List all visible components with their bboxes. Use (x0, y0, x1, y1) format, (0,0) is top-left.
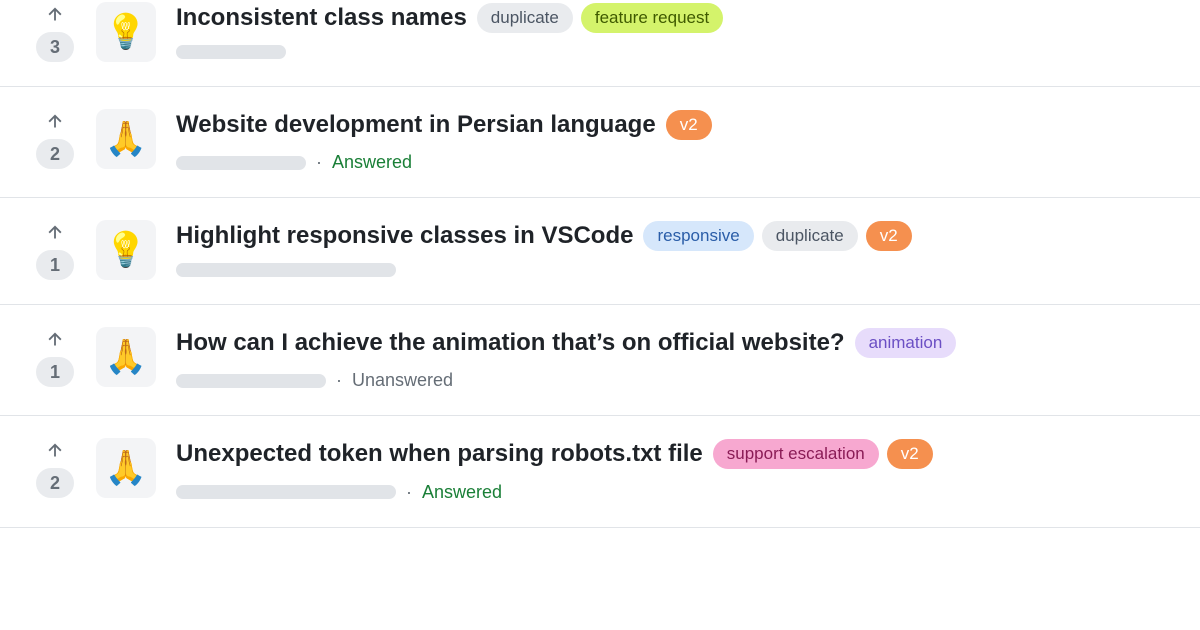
label-pill[interactable]: v2 (666, 110, 712, 140)
separator-dot: · (316, 152, 322, 173)
discussion-row: 2 🙏 Website development in Persian languag… (0, 87, 1200, 198)
meta-line: · Answered (176, 482, 1176, 503)
label-pill[interactable]: support escalation (713, 439, 879, 469)
upvote-arrow-icon[interactable] (44, 109, 66, 131)
category-emoji-icon: 🙏 (96, 327, 156, 387)
upvote-arrow-icon[interactable] (44, 438, 66, 460)
discussion-row: 1 🙏 How can I achieve the animation that’s… (0, 305, 1200, 416)
discussion-content: How can I achieve the animation that’s o… (176, 325, 1176, 391)
labels: animation (855, 328, 957, 358)
meta-line (176, 45, 1176, 59)
discussion-row: 3 💡 Inconsistent class names duplicate featu… (0, 0, 1200, 87)
discussion-content: Unexpected token when parsing robots.txt… (176, 436, 1176, 502)
author-placeholder (176, 374, 326, 388)
title-line: Website development in Persian language v… (176, 109, 1176, 140)
status-badge: Unanswered (352, 370, 453, 391)
labels: v2 (666, 110, 712, 140)
label-pill[interactable]: animation (855, 328, 957, 358)
vote-count: 1 (36, 250, 74, 280)
author-placeholder (176, 485, 396, 499)
category-emoji-icon: 💡 (96, 220, 156, 280)
discussion-content: Website development in Persian language v… (176, 107, 1176, 173)
discussion-title[interactable]: Website development in Persian language (176, 109, 656, 140)
discussion-title[interactable]: How can I achieve the animation that’s o… (176, 327, 845, 358)
discussion-title[interactable]: Unexpected token when parsing robots.txt… (176, 438, 703, 469)
vote-column: 2 (34, 107, 76, 169)
label-pill[interactable]: v2 (866, 221, 912, 251)
author-placeholder (176, 263, 396, 277)
label-pill[interactable]: duplicate (477, 3, 573, 33)
vote-column: 2 (34, 436, 76, 498)
status-badge: Answered (332, 152, 412, 173)
labels: responsive duplicate v2 (643, 221, 911, 251)
discussion-row: 2 🙏 Unexpected token when parsing robots.t… (0, 416, 1200, 527)
status-badge: Answered (422, 482, 502, 503)
label-pill[interactable]: responsive (643, 221, 753, 251)
title-line: How can I achieve the animation that’s o… (176, 327, 1176, 358)
title-line: Unexpected token when parsing robots.txt… (176, 438, 1176, 469)
author-placeholder (176, 156, 306, 170)
meta-line (176, 263, 1176, 277)
vote-column: 1 (34, 218, 76, 280)
separator-dot: · (336, 370, 342, 391)
title-line: Highlight responsive classes in VSCode re… (176, 220, 1176, 251)
vote-count: 2 (36, 468, 74, 498)
label-pill[interactable]: feature request (581, 3, 723, 33)
separator-dot: · (406, 482, 412, 503)
discussion-content: Inconsistent class names duplicate feature… (176, 0, 1176, 59)
vote-column: 3 (34, 0, 76, 62)
labels: support escalation v2 (713, 439, 933, 469)
category-emoji-icon: 💡 (96, 2, 156, 62)
labels: duplicate feature request (477, 3, 723, 33)
vote-column: 1 (34, 325, 76, 387)
vote-count: 3 (36, 32, 74, 62)
meta-line: · Unanswered (176, 370, 1176, 391)
discussion-row: 1 💡 Highlight responsive classes in VSCode… (0, 198, 1200, 305)
discussion-title[interactable]: Highlight responsive classes in VSCode (176, 220, 633, 251)
vote-count: 1 (36, 357, 74, 387)
label-pill[interactable]: v2 (887, 439, 933, 469)
category-emoji-icon: 🙏 (96, 438, 156, 498)
upvote-arrow-icon[interactable] (44, 220, 66, 242)
discussion-title[interactable]: Inconsistent class names (176, 2, 467, 33)
vote-count: 2 (36, 139, 74, 169)
upvote-arrow-icon[interactable] (44, 2, 66, 24)
upvote-arrow-icon[interactable] (44, 327, 66, 349)
title-line: Inconsistent class names duplicate feature… (176, 2, 1176, 33)
discussion-content: Highlight responsive classes in VSCode re… (176, 218, 1176, 277)
meta-line: · Answered (176, 152, 1176, 173)
category-emoji-icon: 🙏 (96, 109, 156, 169)
author-placeholder (176, 45, 286, 59)
label-pill[interactable]: duplicate (762, 221, 858, 251)
